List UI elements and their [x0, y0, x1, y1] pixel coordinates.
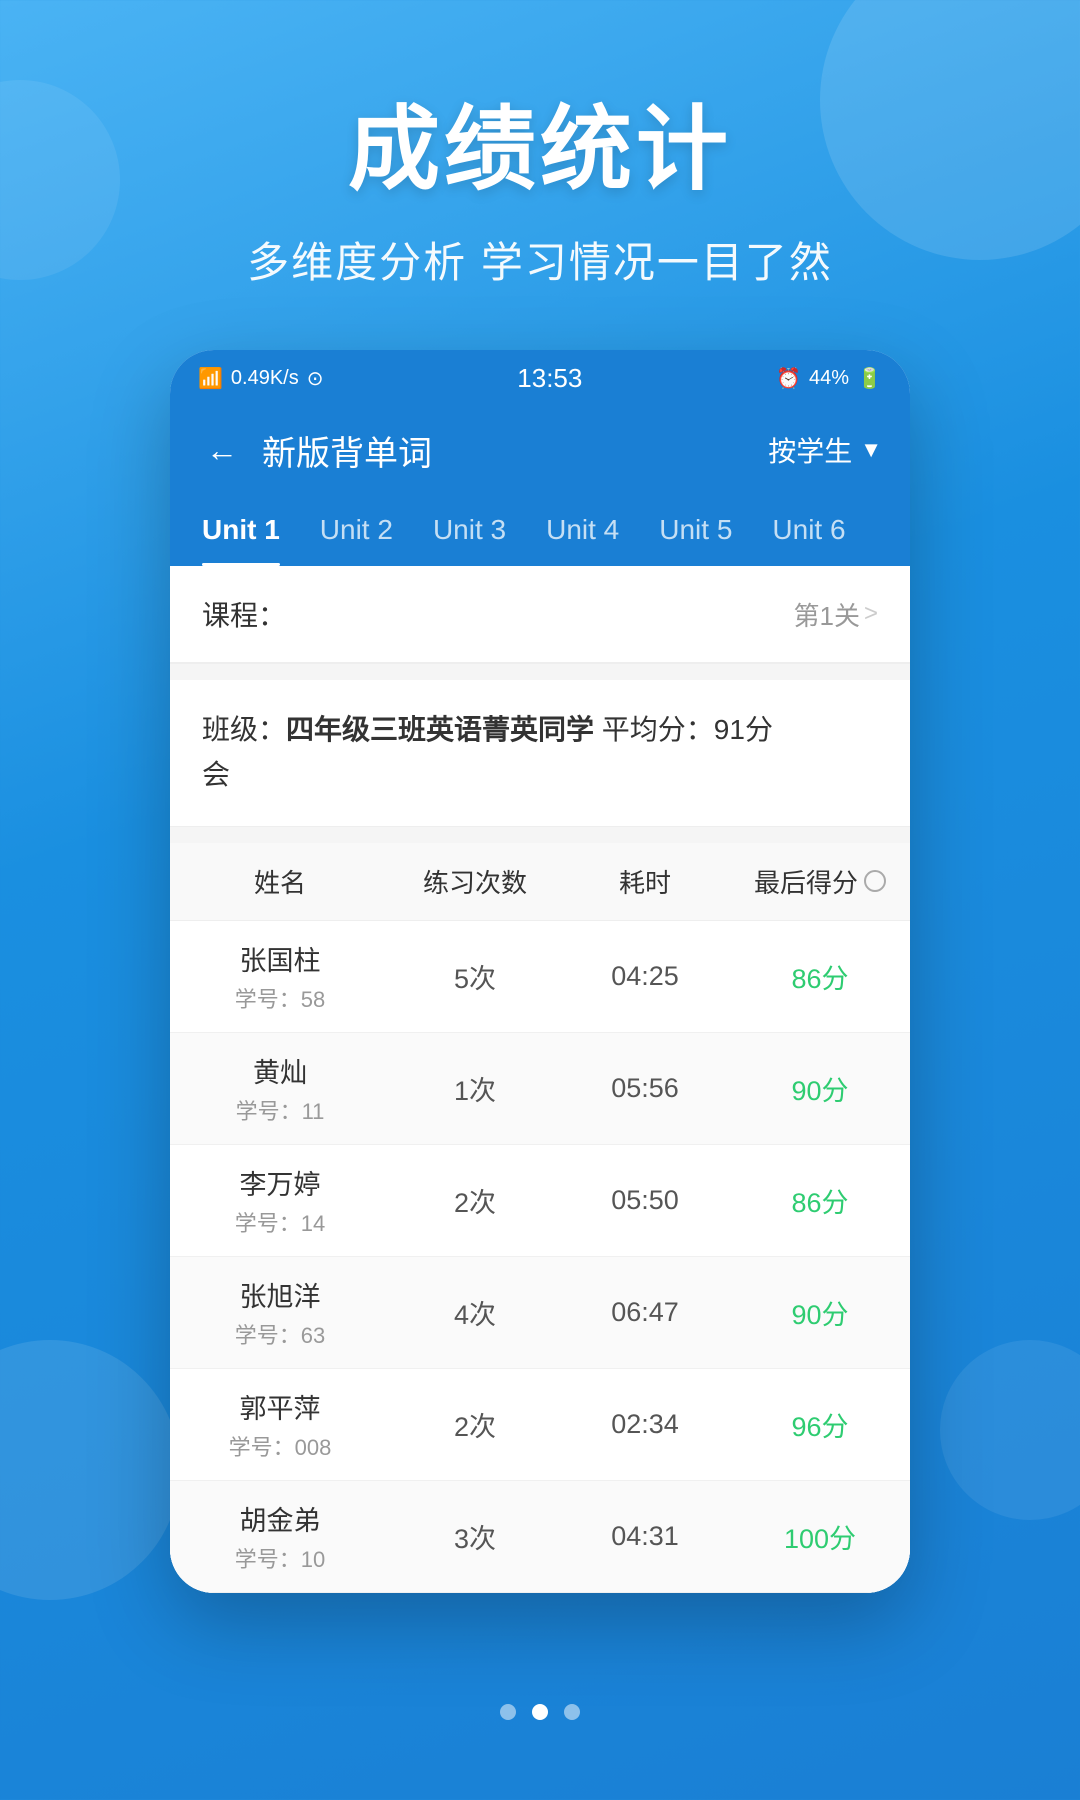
th-practice: 练习次数	[390, 863, 560, 900]
score-table: 姓名 练习次数 耗时 最后得分 张国柱 学号：58 5次 04:25	[170, 843, 910, 1593]
alarm-icon: ⏰	[776, 366, 801, 391]
course-nav[interactable]: 第1关 >	[794, 596, 878, 633]
time-spent: 06:47	[560, 1297, 730, 1328]
student-name: 胡金弟	[170, 1499, 390, 1538]
last-score: 86分	[730, 1181, 910, 1220]
course-nav-text: 第1关	[794, 596, 860, 633]
th-name: 姓名	[170, 863, 390, 900]
practice-count: 2次	[390, 1405, 560, 1444]
status-time: 13:53	[517, 363, 582, 394]
dot-3[interactable]	[564, 1704, 580, 1720]
practice-count: 2次	[390, 1181, 560, 1220]
th-time: 耗时	[560, 863, 730, 900]
course-row: 课程： 第1关 >	[170, 566, 910, 663]
student-name: 黄灿	[170, 1051, 390, 1090]
student-name: 郭平萍	[170, 1387, 390, 1426]
tab-unit6[interactable]: Unit 6	[752, 494, 865, 566]
student-id: 学号：11	[170, 1094, 390, 1126]
tab-bar: Unit 1 Unit 2 Unit 3 Unit 4 Unit 5 Unit …	[170, 494, 910, 566]
class-name: 四年级三班英语菁英同学	[286, 714, 594, 745]
nav-filter[interactable]: 按学生 ▼	[768, 430, 882, 470]
time-spent: 04:25	[560, 961, 730, 992]
tab-unit3[interactable]: Unit 3	[413, 494, 526, 566]
table-header: 姓名 练习次数 耗时 最后得分	[170, 843, 910, 921]
dropdown-icon: ▼	[860, 437, 882, 463]
header-area: 成绩统计 多维度分析 学习情况一目了然	[0, 0, 1080, 350]
student-name-col: 黄灿 学号：11	[170, 1051, 390, 1126]
class-info-text: 班级：四年级三班英语菁英同学 平均分：91分会	[202, 708, 878, 798]
student-id: 学号：58	[170, 982, 390, 1014]
filter-label: 按学生	[768, 430, 852, 470]
status-bar: 📶 0.49K/s ⊙ 13:53 ⏰ 44% 🔋	[170, 350, 910, 406]
last-score: 90分	[730, 1293, 910, 1332]
content-area: 课程： 第1关 > 班级：四年级三班英语菁英同学 平均分：91分会 姓名	[170, 566, 910, 1593]
student-name: 张国柱	[170, 939, 390, 978]
last-score: 96分	[730, 1405, 910, 1444]
table-row: 张国柱 学号：58 5次 04:25 86分	[170, 921, 910, 1033]
course-nav-arrow: >	[864, 600, 878, 628]
time-spent: 02:34	[560, 1409, 730, 1440]
table-row: 郭平萍 学号：008 2次 02:34 96分	[170, 1369, 910, 1481]
signal-icon: 📶	[198, 366, 223, 391]
pagination-dots	[0, 1704, 1080, 1720]
status-right: ⏰ 44% 🔋	[776, 366, 882, 391]
student-id: 学号：14	[170, 1206, 390, 1238]
practice-count: 3次	[390, 1517, 560, 1556]
table-row: 胡金弟 学号：10 3次 04:31 100分	[170, 1481, 910, 1593]
back-button[interactable]: ←	[198, 424, 246, 477]
student-id: 学号：008	[170, 1430, 390, 1462]
class-prefix: 班级：	[202, 714, 286, 745]
student-name-col: 李万婷 学号：14	[170, 1163, 390, 1238]
th-score: 最后得分	[730, 863, 910, 900]
tab-unit1[interactable]: Unit 1	[182, 494, 300, 566]
student-name: 李万婷	[170, 1163, 390, 1202]
tab-unit5[interactable]: Unit 5	[639, 494, 752, 566]
table-row: 张旭洋 学号：63 4次 06:47 90分	[170, 1257, 910, 1369]
phone-mockup: 📶 0.49K/s ⊙ 13:53 ⏰ 44% 🔋 ← 新版背单词 按学生 ▼ …	[170, 350, 910, 1593]
table-row: 黄灿 学号：11 1次 05:56 90分	[170, 1033, 910, 1145]
nav-bar: ← 新版背单词 按学生 ▼	[170, 406, 910, 494]
student-id: 学号：10	[170, 1542, 390, 1574]
last-score: 100分	[730, 1517, 910, 1556]
dot-2[interactable]	[532, 1704, 548, 1720]
wifi-icon: ⊙	[307, 366, 324, 391]
battery-icon: 🔋	[857, 366, 882, 391]
status-left: 📶 0.49K/s ⊙	[198, 366, 324, 391]
student-name-col: 胡金弟 学号：10	[170, 1499, 390, 1574]
student-id: 学号：63	[170, 1318, 390, 1350]
score-circle-icon	[864, 870, 886, 892]
phone-container: 📶 0.49K/s ⊙ 13:53 ⏰ 44% 🔋 ← 新版背单词 按学生 ▼ …	[0, 350, 1080, 1593]
student-name: 张旭洋	[170, 1275, 390, 1314]
battery-status: 44%	[809, 367, 849, 390]
practice-count: 5次	[390, 957, 560, 996]
th-score-label: 最后得分	[754, 863, 858, 900]
avg-score: 平均分：91分	[594, 714, 773, 745]
dot-1[interactable]	[500, 1704, 516, 1720]
nav-title: 新版背单词	[262, 426, 768, 475]
time-spent: 05:50	[560, 1185, 730, 1216]
table-row: 李万婷 学号：14 2次 05:50 86分	[170, 1145, 910, 1257]
time-spent: 05:56	[560, 1073, 730, 1104]
student-name-col: 张旭洋 学号：63	[170, 1275, 390, 1350]
time-spent: 04:31	[560, 1521, 730, 1552]
last-score: 86分	[730, 957, 910, 996]
student-name-col: 郭平萍 学号：008	[170, 1387, 390, 1462]
class-info: 班级：四年级三班英语菁英同学 平均分：91分会	[170, 680, 910, 827]
page-title: 成绩统计	[0, 100, 1080, 201]
page-subtitle: 多维度分析 学习情况一目了然	[0, 229, 1080, 290]
tab-unit4[interactable]: Unit 4	[526, 494, 639, 566]
student-name-col: 张国柱 学号：58	[170, 939, 390, 1014]
practice-count: 1次	[390, 1069, 560, 1108]
status-speed: 0.49K/s	[231, 367, 299, 390]
divider	[170, 663, 910, 664]
class-suffix: 会	[202, 759, 230, 790]
course-label: 课程：	[202, 594, 286, 634]
last-score: 90分	[730, 1069, 910, 1108]
practice-count: 4次	[390, 1293, 560, 1332]
tab-unit2[interactable]: Unit 2	[300, 494, 413, 566]
